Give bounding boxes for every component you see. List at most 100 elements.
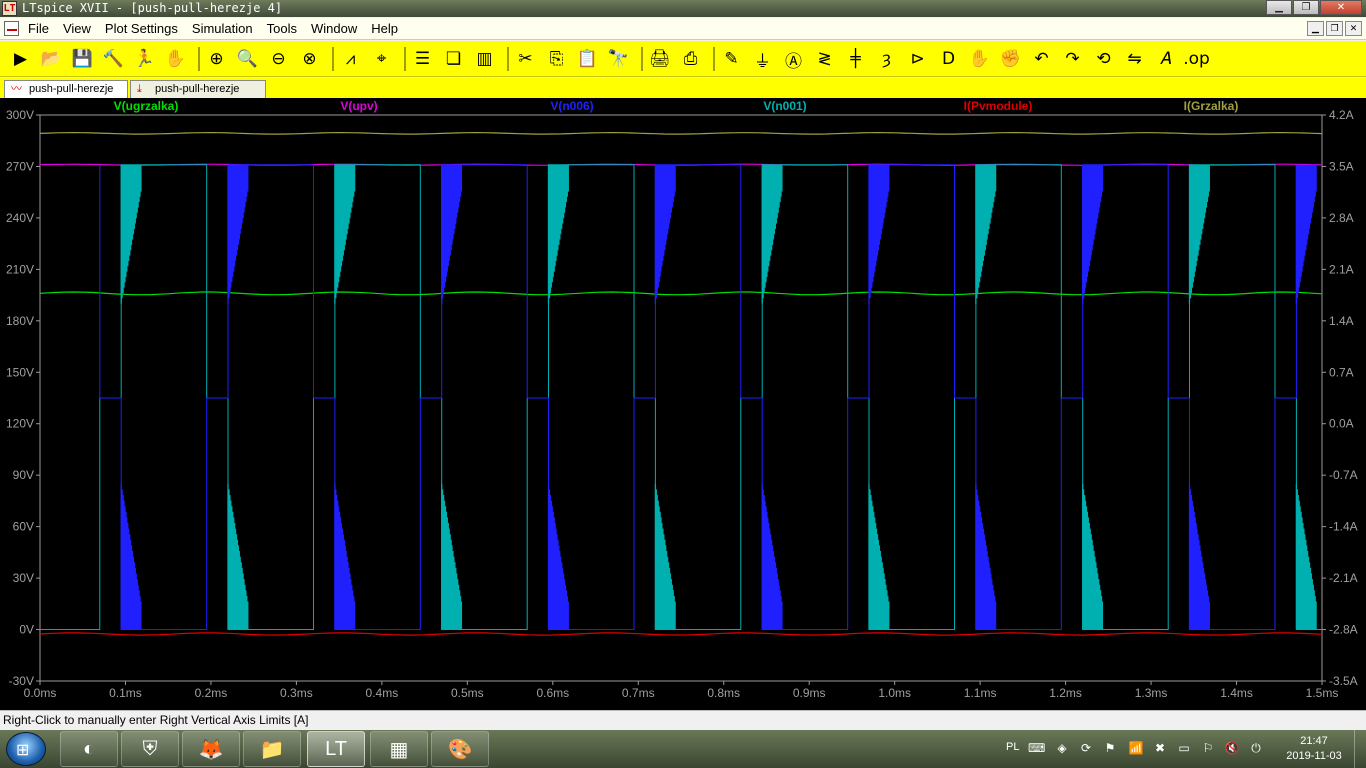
control-panel-icon[interactable]: 🔨 xyxy=(101,46,126,72)
network-icon[interactable]: ✖ xyxy=(1152,740,1168,756)
y-right-tick-label: 3.5A xyxy=(1329,159,1354,173)
mirror-icon[interactable]: ⇋ xyxy=(1122,46,1147,72)
y-left-tick-label: 0V xyxy=(19,623,34,637)
power-icon[interactable]: ⏻ xyxy=(1248,740,1264,756)
move-icon[interactable]: ✋ xyxy=(967,46,992,72)
menu-window[interactable]: Window xyxy=(311,21,357,36)
diode-icon[interactable]: ⊳ xyxy=(905,46,930,72)
trace-v-ugrzalka[interactable] xyxy=(39,291,1323,296)
open-icon[interactable]: 📂 xyxy=(39,46,64,72)
menu-view[interactable]: View xyxy=(63,21,91,36)
y-right-tick-label: 2.1A xyxy=(1329,262,1354,276)
trace-label[interactable]: V(n001) xyxy=(763,99,806,113)
menu-help[interactable]: Help xyxy=(371,21,398,36)
tank-game-icon[interactable]: ⛨ xyxy=(121,731,179,767)
pan-icon[interactable]: ✋ xyxy=(163,46,188,72)
zoom-out-icon[interactable]: ⊖ xyxy=(266,46,291,72)
autorange-icon[interactable]: ⩘ xyxy=(338,46,363,72)
capacitor-icon[interactable]: ╪ xyxy=(843,46,868,72)
trace-label[interactable]: I(Pvmodule) xyxy=(964,99,1033,113)
print-icon[interactable]: ⎙ xyxy=(678,46,703,72)
cursor-icon[interactable]: ⌖ xyxy=(369,46,394,72)
cut-icon[interactable]: ✂ xyxy=(513,46,538,72)
child-close-button[interactable]: ✕ xyxy=(1345,21,1362,36)
maximize-button[interactable]: ❐ xyxy=(1293,0,1319,15)
volume-icon[interactable]: 🔇 xyxy=(1224,740,1240,756)
x-tick-label: 1.4ms xyxy=(1220,686,1253,700)
drag-icon[interactable]: ✊ xyxy=(998,46,1023,72)
signal-icon[interactable]: 📶 xyxy=(1128,740,1144,756)
sync-icon[interactable]: ⟳ xyxy=(1078,740,1094,756)
hardware-icon[interactable]: ◐ xyxy=(60,731,118,767)
tile-vertical-icon[interactable]: ▥ xyxy=(472,46,497,72)
keyboard-icon[interactable]: ⌨ xyxy=(1028,740,1045,756)
copy-icon[interactable]: ⎘ xyxy=(544,46,569,72)
redo-icon[interactable]: ↷ xyxy=(1060,46,1085,72)
find-icon[interactable]: 🔭 xyxy=(606,46,631,72)
trace-i-pvmodule[interactable] xyxy=(39,632,1323,636)
label-net-icon[interactable]: Ⓐ xyxy=(781,46,806,72)
zoom-in-icon[interactable]: ⊕ xyxy=(204,46,229,72)
paste-icon[interactable]: 📋 xyxy=(575,46,600,72)
trace-i-grzalka[interactable] xyxy=(39,131,1323,135)
windows-start-icon[interactable]: ⊞ xyxy=(6,732,46,766)
clock[interactable]: 21:47 2019-11-03 xyxy=(1276,734,1352,764)
y-left-tick-label: 240V xyxy=(6,211,34,225)
calculator-icon[interactable]: ▦ xyxy=(370,731,428,767)
document-icon[interactable] xyxy=(4,21,19,36)
x-tick-label: 0.3ms xyxy=(280,686,313,700)
document-tabs: 〰 push-pull-herezje 4 ⤓ push-pull-herezj… xyxy=(0,78,1366,111)
minimize-button[interactable]: ▁ xyxy=(1266,0,1292,15)
firefox-icon[interactable]: 🦊 xyxy=(182,731,240,767)
child-restore-button[interactable]: ❐ xyxy=(1326,21,1343,36)
trace-label[interactable]: V(upv) xyxy=(340,99,377,113)
text-icon[interactable]: 𝐴 xyxy=(1153,46,1178,72)
save-icon[interactable]: 💾 xyxy=(70,46,95,72)
cascade-icon[interactable]: ❏ xyxy=(441,46,466,72)
waveform-viewer[interactable]: V(ugrzalka) V(upv) V(n006) V(n001) I(Pvmodul… xyxy=(0,98,1366,710)
paint-icon[interactable]: 🎨 xyxy=(431,731,489,767)
menu-file[interactable]: File xyxy=(28,21,49,36)
tab-schematic[interactable]: ⤓ push-pull-herezje 4.asc xyxy=(130,80,266,111)
close-button[interactable]: ✕ xyxy=(1320,0,1362,15)
draw-wire-icon[interactable]: ✎ xyxy=(719,46,744,72)
windows-taskbar: ⊞ ◐ ⛨ 🦊 📁 LT ▦ 🎨 PL ⌨ ◈ ⟳ ⚑ 📶 ✖ ▭ ⚐ 🔇 ⏻ … xyxy=(0,730,1366,768)
y-right-tick-label: 4.2A xyxy=(1329,108,1354,122)
resistor-icon[interactable]: ≷ xyxy=(812,46,837,72)
language-indicator[interactable]: PL xyxy=(1006,741,1019,753)
y-right-tick-label: -0.7A xyxy=(1329,468,1358,482)
x-tick-label: 0.7ms xyxy=(622,686,655,700)
tab-waveform[interactable]: 〰 push-pull-herezje 4 xyxy=(4,80,128,111)
trace-v-n006[interactable] xyxy=(99,164,1297,630)
zoom-full-icon[interactable]: 🔍 xyxy=(235,46,260,72)
explorer-icon[interactable]: 📁 xyxy=(243,731,301,767)
menu-tools[interactable]: Tools xyxy=(267,21,297,36)
title-bar[interactable]: LT LTspice XVII - [push-pull-herezje 4] … xyxy=(0,0,1366,17)
inductor-icon[interactable]: ȝ xyxy=(874,46,899,72)
print-setup-icon[interactable]: 🖨 xyxy=(647,46,672,72)
ltspice-icon[interactable]: LT xyxy=(307,731,365,767)
undo-icon[interactable]: ↶ xyxy=(1029,46,1054,72)
component-icon[interactable]: D xyxy=(936,46,961,72)
ground-icon[interactable]: ⏚ xyxy=(750,46,775,72)
halt-icon[interactable]: 🏃 xyxy=(132,46,157,72)
run-icon[interactable]: ▶ xyxy=(8,46,33,72)
menu-simulation[interactable]: Simulation xyxy=(192,21,253,36)
antivirus-icon[interactable]: ◈ xyxy=(1054,740,1070,756)
spice-directive-icon[interactable]: .op xyxy=(1183,46,1210,72)
tile-horizontal-icon[interactable]: ☰ xyxy=(410,46,435,72)
rotate-icon[interactable]: ⟲ xyxy=(1091,46,1116,72)
ltspice-app-icon[interactable]: LT xyxy=(2,1,17,16)
trace-label[interactable]: V(ugrzalka) xyxy=(114,99,179,113)
zoom-cancel-icon[interactable]: ⊗ xyxy=(297,46,322,72)
show-desktop-button[interactable] xyxy=(1354,730,1366,768)
menu-plot-settings[interactable]: Plot Settings xyxy=(105,21,178,36)
display-icon[interactable]: ▭ xyxy=(1176,740,1192,756)
flag-icon[interactable]: ⚐ xyxy=(1200,740,1216,756)
trace-label[interactable]: I(Grzalka) xyxy=(1184,99,1239,113)
trace-label[interactable]: V(n006) xyxy=(550,99,593,113)
child-minimize-button[interactable]: ▁ xyxy=(1307,21,1324,36)
x-tick-label: 1.3ms xyxy=(1135,686,1168,700)
updates-icon[interactable]: ⚑ xyxy=(1102,740,1118,756)
waveform-plot[interactable]: V(ugrzalka) V(upv) V(n006) V(n001) I(Pvmodul… xyxy=(0,98,1366,710)
